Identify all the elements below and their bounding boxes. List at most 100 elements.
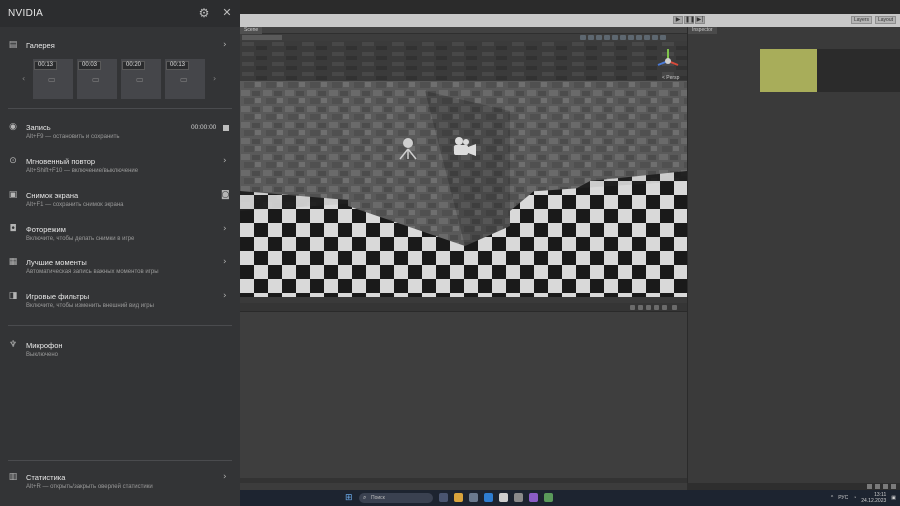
audio-toggle-icon[interactable]: [588, 35, 594, 40]
camera-settings-icon[interactable]: [604, 35, 610, 40]
chrome-icon[interactable]: [499, 493, 508, 502]
footer-icon[interactable]: [891, 484, 896, 489]
divider: [8, 460, 232, 461]
visual-studio-icon[interactable]: [529, 493, 538, 502]
inspector-preview: [760, 49, 900, 92]
tray-chevron-icon[interactable]: ^: [831, 495, 833, 501]
search-placeholder: Поиск: [371, 495, 385, 501]
microphone-label: Микрофон: [26, 341, 63, 350]
gallery-thumbnails: ‹ 00:13 ▭ 00:03 ▭ 00:20 ▭ 00:13 ▭ ›: [20, 58, 220, 101]
footer-icon[interactable]: [883, 484, 888, 489]
chevron-right-icon: ›: [223, 40, 227, 50]
notification-icon[interactable]: ▣: [891, 495, 896, 501]
step-button[interactable]: ▶|: [695, 16, 705, 24]
photo-mode-row[interactable]: ◘ Фоторежим Включите, чтобы делать снимк…: [0, 223, 240, 245]
statistics-hint: Alt+R — открыть/закрыть оверлей статисти…: [26, 484, 153, 490]
gear-icon[interactable]: ⚙: [198, 6, 210, 20]
overlay-toggle-icon[interactable]: [636, 35, 642, 40]
photo-mode-label: Фоторежим: [26, 225, 66, 234]
horizontal-scrollbar[interactable]: [240, 478, 687, 483]
layout-dropdown[interactable]: Layout: [874, 16, 896, 24]
tab-inspector[interactable]: Inspector: [688, 27, 717, 34]
footer-icon[interactable]: [875, 484, 880, 489]
replay-icon: ⊙: [9, 156, 17, 166]
scene-view-options: [580, 35, 666, 40]
close-icon[interactable]: ✕: [221, 6, 233, 20]
gallery-thumbnail[interactable]: 00:13 ▭: [33, 59, 73, 99]
recording-hint: Alt+F9 — остановить и сохранить: [26, 134, 120, 140]
scene-header: Scene: [240, 27, 687, 34]
gallery-row[interactable]: ▤ Галерея ›: [0, 38, 240, 52]
play-button[interactable]: ▶: [673, 16, 683, 24]
effects-toggle-icon[interactable]: [596, 35, 602, 40]
taskbar-apps: [439, 493, 553, 502]
camera-icon[interactable]: ◙: [221, 190, 230, 200]
windows-start-icon[interactable]: ⊞: [345, 494, 353, 503]
editor-menu-bar: [240, 0, 900, 14]
inspector-footer: [687, 483, 900, 490]
inspector-panel: Inspector: [687, 27, 900, 483]
language-indicator[interactable]: РУС: [838, 495, 848, 501]
shading-mode-group[interactable]: [242, 35, 282, 40]
editor-toolbar: ▶ ❚❚ ▶| Layers Layout: [240, 14, 900, 27]
file-explorer-icon[interactable]: [454, 493, 463, 502]
scene-viewport[interactable]: < Persp: [240, 41, 687, 297]
bottom-tool-icon[interactable]: [662, 305, 667, 310]
bottom-tool-icon[interactable]: [654, 305, 659, 310]
video-icon: ▭: [48, 75, 56, 84]
task-view-icon[interactable]: [439, 493, 448, 502]
vscode-icon[interactable]: [484, 493, 493, 502]
gallery-thumbnail[interactable]: 00:03 ▭: [77, 59, 117, 99]
search-scene-icon[interactable]: [660, 35, 666, 40]
color-swatch[interactable]: [760, 49, 817, 92]
nvidia-title: NVIDIA: [8, 8, 44, 19]
clock-date: 24.12.2023: [861, 498, 887, 504]
screenshot-row[interactable]: ▣ Снимок экрана Alt+F1 — сохранить снимо…: [0, 189, 240, 211]
unity-icon[interactable]: [514, 493, 523, 502]
clock[interactable]: 13:11 24.12.2023: [861, 492, 886, 504]
gizmo-label[interactable]: < Persp: [662, 75, 680, 81]
tab-scene[interactable]: Scene: [240, 27, 263, 34]
project-panel: [240, 312, 687, 478]
scene-bottom-toolbar: [240, 303, 687, 312]
layers-dropdown[interactable]: Layers: [850, 16, 872, 24]
gallery-thumbnail[interactable]: 00:13 ▭: [165, 59, 205, 99]
chevron-left-icon[interactable]: ‹: [22, 74, 25, 83]
statistics-row[interactable]: ▥ Статистика Alt+R — открыть/закрыть ове…: [0, 471, 240, 493]
bottom-tool-icon[interactable]: [638, 305, 643, 310]
bottom-tool-icon[interactable]: [646, 305, 651, 310]
stop-icon[interactable]: [223, 125, 229, 131]
store-icon[interactable]: [469, 493, 478, 502]
microphone-icon: ♆: [8, 340, 18, 350]
taskbar-search[interactable]: ⌕ Поиск: [359, 493, 433, 503]
lighting-toggle-icon[interactable]: [652, 35, 658, 40]
gizmo-toggle-icon[interactable]: [580, 35, 586, 40]
recording-row[interactable]: ◉ Запись Alt+F9 — остановить и сохранить…: [0, 121, 240, 143]
instant-replay-row[interactable]: ⊙ Мгновенный повтор Alt+Shift+F10 — вклю…: [0, 155, 240, 177]
network-icon[interactable]: ◔: [853, 495, 856, 501]
gallery-label: Галерея: [26, 41, 55, 50]
highlights-row[interactable]: ▦ Лучшие моменты Автоматическая запись в…: [0, 256, 240, 278]
grid-toggle-icon[interactable]: [620, 35, 626, 40]
microphone-row[interactable]: ♆ Микрофон Выключено: [0, 339, 240, 361]
instant-replay-label: Мгновенный повтор: [26, 157, 96, 166]
screen: ▶ ❚❚ ▶| Layers Layout Scene < Persp Insp…: [0, 0, 900, 506]
bottom-tool-icon[interactable]: [630, 305, 635, 310]
gizmos-dropdown-icon[interactable]: [612, 35, 618, 40]
view-2d-icon[interactable]: [644, 35, 650, 40]
gallery-thumbnail[interactable]: 00:20 ▭: [121, 59, 161, 99]
toolbar-right-group: Layers Layout: [850, 16, 896, 24]
game-filters-row[interactable]: ◨ Игровые фильтры Включите, чтобы измени…: [0, 290, 240, 312]
scene-toolbar: [240, 34, 687, 41]
gallery-icon: ▤: [8, 40, 18, 50]
taskbar: ⊞ ⌕ Поиск ^ РУС ◔ 13:11 24.12.2023 ▣: [240, 490, 900, 506]
thumbnail-duration: 00:03: [78, 61, 102, 70]
chevron-right-icon[interactable]: ›: [213, 74, 216, 83]
bottom-tool-icon[interactable]: [672, 305, 677, 310]
snap-toggle-icon[interactable]: [628, 35, 634, 40]
pause-button[interactable]: ❚❚: [684, 16, 695, 24]
app-icon[interactable]: [544, 493, 553, 502]
footer-icon[interactable]: [867, 484, 872, 489]
chevron-right-icon: ›: [223, 257, 227, 267]
chevron-right-icon: ›: [223, 156, 227, 166]
